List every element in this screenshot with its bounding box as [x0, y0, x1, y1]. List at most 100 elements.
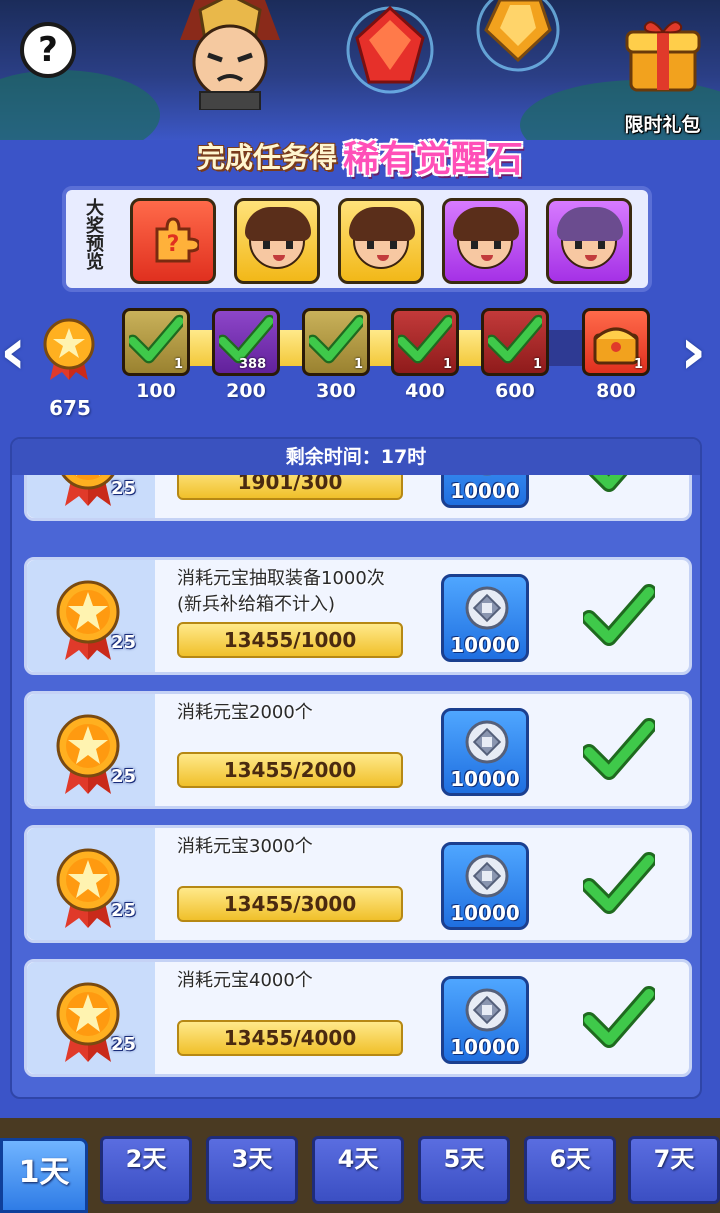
chest-count: 1: [173, 357, 183, 372]
milestone-value: 400: [405, 380, 445, 402]
limited-gift-button[interactable]: 限时礼包: [615, 12, 710, 137]
silver-coin-icon: [465, 854, 509, 898]
prize-preview-label: 大奖预览: [83, 198, 104, 270]
prize-item-2[interactable]: [234, 198, 320, 284]
task-reward-button[interactable]: 10000: [441, 976, 529, 1064]
task-progress: 13455/2000: [177, 752, 403, 788]
day-tab-3[interactable]: 3天: [206, 1136, 298, 1204]
next-arrow-button[interactable]: ›: [680, 320, 706, 384]
task-row: 25 消耗元宝4000个 13455/4000 10000: [24, 959, 692, 1077]
task-points: 25: [111, 900, 137, 921]
prev-arrow-button[interactable]: ‹: [0, 320, 26, 384]
check-icon: [581, 986, 657, 1052]
task-description: 消耗元宝4000个: [177, 968, 437, 994]
chest-count: 388: [239, 357, 267, 372]
check-icon: [581, 718, 657, 784]
task-desc-line1: 消耗元宝抽取装备1000次: [177, 568, 385, 589]
task-reward-amount: 10000: [450, 901, 520, 925]
day-tabs: 1天 2天 3天 4天 5天 6天 7天: [0, 1118, 720, 1213]
red-gem-icon: [346, 5, 434, 94]
gold-gem-icon: [476, 0, 560, 72]
milestone-value: 200: [226, 380, 266, 402]
task-row: 25 消耗元宝2000个 13455/2000 10000: [24, 691, 692, 809]
task-points: 25: [111, 766, 137, 787]
gift-chest-icon: [625, 21, 700, 92]
help-button[interactable]: ?: [20, 22, 76, 78]
task-points-cell: 25: [27, 694, 155, 806]
star-medal-icon: [43, 318, 95, 380]
day-tab-6[interactable]: 6天: [524, 1136, 616, 1204]
title-part2: 稀有觉醒石: [343, 139, 524, 180]
check-icon: [583, 475, 655, 496]
milestone-chest[interactable]: 1: [481, 308, 549, 376]
task-description: 消耗元宝抽取装备1000次 (新兵补给箱不计入): [177, 566, 437, 618]
score-value: 675: [49, 396, 91, 420]
milestone-value: 600: [495, 380, 535, 402]
milestone-chest[interactable]: 1: [391, 308, 459, 376]
task-description: 消耗元宝3000个: [177, 834, 437, 860]
task-description: 消耗元宝2000个: [177, 700, 437, 726]
milestone-value: 800: [596, 380, 636, 402]
task-desc-line1: 消耗元宝3000个: [177, 836, 313, 857]
prize-item-5[interactable]: [546, 198, 632, 284]
task-reward-amount: 10000: [450, 767, 520, 791]
prize-preview-panel: 大奖预览 ?: [62, 186, 652, 292]
task-points-cell: 25: [27, 475, 155, 518]
title-part1: 完成任务得: [196, 141, 337, 174]
hero-portrait-icon: [453, 207, 519, 269]
check-icon: [581, 852, 657, 918]
task-reward-button[interactable]: 10000: [441, 708, 529, 796]
day-tab-2[interactable]: 2天: [100, 1136, 192, 1204]
prize-item-3[interactable]: [338, 198, 424, 284]
task-points: 25: [111, 1034, 137, 1055]
task-points-cell: 25: [27, 962, 155, 1074]
hero-portrait-icon: [349, 207, 415, 269]
silver-coin-icon: [465, 720, 509, 764]
task-desc-line1: 消耗元宝4000个: [177, 970, 313, 991]
task-points: 25: [111, 478, 137, 499]
silver-coin-icon: [465, 586, 509, 630]
silver-coin-icon: [482, 475, 492, 476]
check-icon: [581, 584, 657, 650]
task-reward-button[interactable]: 10000: [441, 842, 529, 930]
task-reward-amount: 10000: [450, 1035, 520, 1059]
prize-item-1[interactable]: ?: [130, 198, 216, 284]
day-tab-4[interactable]: 4天: [312, 1136, 404, 1204]
day-tab-5[interactable]: 5天: [418, 1136, 510, 1204]
milestone-chest[interactable]: 1: [582, 308, 650, 376]
task-progress: 13455/4000: [177, 1020, 403, 1056]
task-progress: 13455/1000: [177, 622, 403, 658]
task-desc-line2: (新兵补给箱不计入): [177, 594, 336, 615]
svg-text:?: ?: [167, 232, 180, 257]
day-tab-1[interactable]: 1天: [0, 1138, 88, 1213]
task-points-cell: 25: [27, 828, 155, 940]
task-reward-amount: 10000: [450, 479, 520, 503]
task-panel: 剩余时间：17时 25 1901/300 10000 25 消耗元宝抽取装备1000次 (…: [10, 437, 702, 1099]
chest-count: 1: [442, 357, 452, 372]
chest-count: 1: [633, 357, 643, 372]
task-row: 25 1901/300 10000: [24, 475, 692, 521]
hero-portrait-icon: [245, 207, 311, 269]
milestone-chest[interactable]: 1: [302, 308, 370, 376]
hero-character-icon: [180, 0, 280, 110]
task-reward-amount: 10000: [450, 633, 520, 657]
milestone-chest[interactable]: 388: [212, 308, 280, 376]
task-row: 25 消耗元宝抽取装备1000次 (新兵补给箱不计入) 13455/1000 10000: [24, 557, 692, 675]
task-reward-button[interactable]: 10000: [441, 574, 529, 662]
milestone-chest[interactable]: 1: [122, 308, 190, 376]
prize-item-4[interactable]: [442, 198, 528, 284]
chest-count: 1: [353, 357, 363, 372]
task-desc-line1: 消耗元宝2000个: [177, 702, 313, 723]
task-points: 25: [111, 632, 137, 653]
task-points-cell: 25: [27, 560, 155, 672]
day-tab-7[interactable]: 7天: [628, 1136, 720, 1204]
task-list[interactable]: 25 1901/300 10000 25 消耗元宝抽取装备1000次 (新兵补给箱不计入)…: [24, 475, 692, 1095]
task-row: 25 消耗元宝3000个 13455/3000 10000: [24, 825, 692, 943]
task-progress: 1901/300: [177, 475, 403, 500]
milestone-value: 100: [136, 380, 176, 402]
top-banner: ? 限时礼包: [0, 0, 720, 140]
milestone-value: 300: [316, 380, 356, 402]
task-reward-button[interactable]: 10000: [441, 475, 529, 508]
silver-coin-icon: [465, 988, 509, 1032]
question-icon: ?: [38, 30, 58, 70]
